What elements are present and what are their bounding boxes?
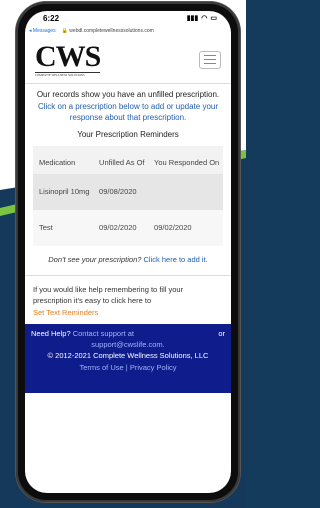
update-instructions: Click on a prescription below to add or …	[37, 102, 219, 122]
cell-medication[interactable]: Lisinopril 10mg	[33, 174, 93, 210]
site-footer: Need Help? Contact support at or support…	[25, 324, 231, 393]
back-to-messages-link[interactable]: ◂ Messages	[29, 28, 56, 34]
contact-support-text: Contact support at	[72, 329, 134, 338]
cws-logo[interactable]: CWS COMPLETE WELLNESS SOLUTIONS	[35, 40, 101, 77]
prescription-table: Medication Unfilled As Of You Responded …	[33, 146, 223, 246]
set-text-reminders-link[interactable]: Set Text Reminders	[33, 307, 223, 318]
signal-icon: ▮▮▮	[186, 15, 199, 22]
privacy-policy-link[interactable]: Privacy Policy	[130, 363, 177, 372]
table-header-row: Medication Unfilled As Of You Responded …	[33, 146, 223, 174]
terms-of-use-link[interactable]: Terms of Use	[80, 363, 124, 372]
status-icons: ▮▮▮ ◠ ▭	[187, 14, 217, 22]
cell-medication[interactable]: Test	[33, 210, 93, 246]
menu-button[interactable]	[199, 50, 221, 69]
site-header: CWS COMPLETE WELLNESS SOLUTIONS	[25, 36, 231, 84]
footer-or: or	[218, 329, 225, 338]
column-header-medication: Medication	[39, 158, 76, 167]
dont-see-prescription: Don't see your prescription? Click here …	[33, 254, 223, 265]
reminder-help-text: If you would like help remembering to fi…	[33, 285, 184, 305]
column-header-responded: You Responded On	[154, 158, 220, 167]
phone-frame: 6:22 ▮▮▮ ◠ ▭ ◂ Messages 🔒 webdl.complete…	[16, 2, 240, 502]
copyright: © 2012-2021 Complete Wellness Solutions,…	[47, 351, 209, 360]
table-row[interactable]: Lisinopril 10mg 09/08/2020	[33, 174, 223, 210]
need-help-label: Need Help?	[31, 329, 71, 338]
section-title: Your Prescription Reminders	[77, 130, 179, 139]
table-row[interactable]: Test 09/02/2020 09/02/2020	[33, 210, 223, 246]
column-header-unfilled: Unfilled As Of	[99, 158, 145, 167]
cell-unfilled-date: 09/02/2020	[99, 223, 137, 232]
menu-line	[204, 63, 216, 64]
cell-responded-date: 09/02/2020	[154, 223, 192, 232]
status-time: 6:22	[43, 13, 60, 23]
unfilled-notice: Our records show you have an unfilled pr…	[36, 90, 220, 99]
browser-bar: ◂ Messages 🔒 webdl.completewellnesssolut…	[25, 25, 231, 36]
logo-wordmark: CWS	[35, 40, 101, 73]
status-bar: 6:22 ▮▮▮ ◠ ▭	[25, 11, 231, 25]
dont-see-question: Don't see your prescription?	[48, 255, 142, 264]
cell-responded-date	[148, 174, 223, 210]
footer-links: Terms of Use | Privacy Policy	[31, 362, 225, 373]
url-field[interactable]: 🔒 webdl.completewellnesssolutions.com	[62, 28, 154, 34]
wifi-icon: ◠	[201, 15, 208, 22]
battery-icon: ▭	[210, 15, 217, 22]
menu-line	[204, 55, 216, 56]
reminder-help: If you would like help remembering to fi…	[33, 276, 223, 324]
footer-help-row: Need Help? Contact support at or	[31, 328, 225, 339]
phone-screen: 6:22 ▮▮▮ ◠ ▭ ◂ Messages 🔒 webdl.complete…	[25, 11, 231, 493]
menu-line	[204, 59, 216, 60]
main-content: Our records show you have an unfilled pr…	[25, 84, 231, 324]
cell-unfilled-date: 09/08/2020	[99, 187, 137, 196]
add-prescription-link[interactable]: Click here to add it.	[144, 255, 208, 264]
support-email-link[interactable]: support@cwslife.com.	[31, 339, 225, 350]
